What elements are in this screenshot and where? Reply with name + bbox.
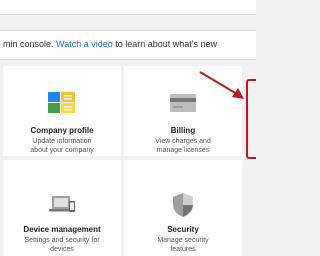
banner-suffix: to learn about what's new (112, 39, 218, 49)
devices-icon (48, 194, 76, 216)
card-desc-line2: manage licenses (156, 147, 210, 154)
banner-text: min console. Watch a video to learn abou… (3, 39, 217, 49)
security-card[interactable]: Security Manage security features (124, 160, 242, 256)
card-title: Billing (170, 126, 196, 135)
banner-prefix: min console. (3, 39, 57, 49)
credit-card-icon (170, 94, 196, 112)
card-desc-line1: Update information (32, 138, 92, 145)
card-title: Security (167, 225, 199, 234)
card-desc-line1: View charges and (155, 138, 211, 145)
card-desc-line1: Manage security (157, 237, 209, 244)
card-desc-line2: about your company (30, 147, 94, 154)
card-desc-line2: devices (50, 246, 74, 253)
company-profile-icon (47, 90, 77, 114)
card-title: Device management (23, 225, 101, 234)
card-title: Company profile (30, 126, 94, 135)
shield-icon (172, 192, 194, 218)
welcome-banner: min console. Watch a video to learn abou… (0, 30, 256, 60)
card-desc-line2: features (170, 246, 196, 253)
annotation-highlight-box (246, 79, 256, 159)
billing-card[interactable]: Billing View charges and manage licenses (124, 66, 242, 156)
company-profile-card[interactable]: Company profile Update information about… (3, 66, 121, 156)
watch-video-link[interactable]: Watch a video (56, 39, 113, 49)
top-bar (0, 0, 256, 15)
device-management-card[interactable]: Device management Settings and security … (3, 160, 121, 256)
card-desc-line1: Settings and security for (24, 237, 100, 244)
